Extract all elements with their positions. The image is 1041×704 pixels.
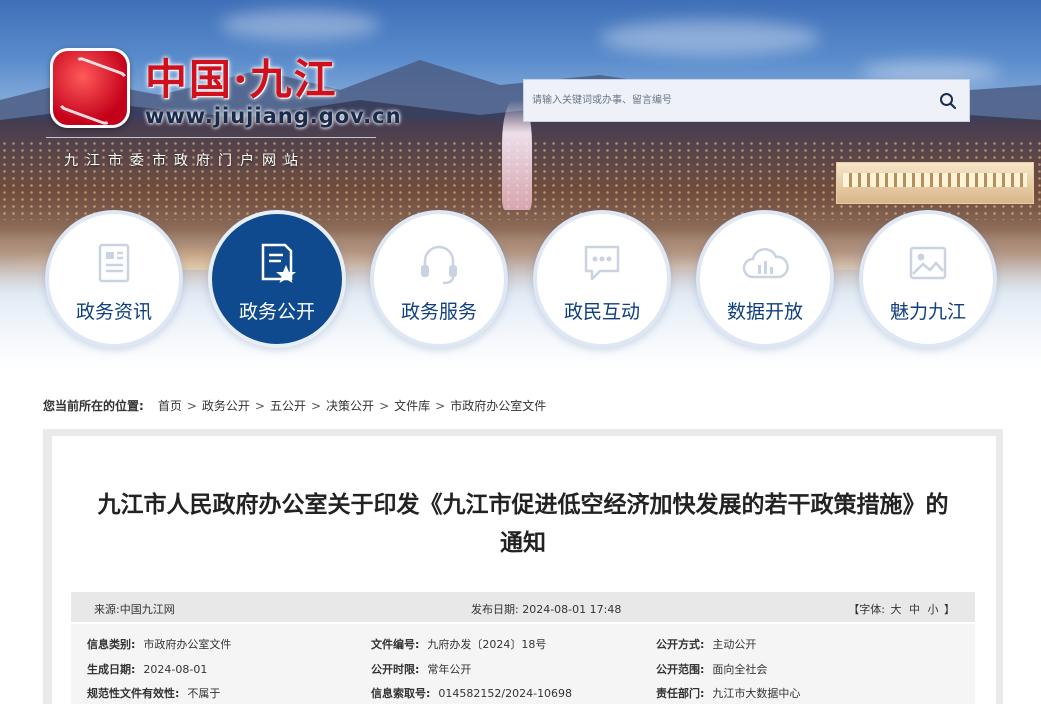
meta-value: 常年公开 bbox=[427, 663, 472, 676]
search-icon bbox=[940, 92, 957, 109]
breadcrumb-item[interactable]: 五公开 bbox=[270, 397, 306, 414]
meta-value: 2024-08-01 bbox=[143, 663, 208, 676]
meta-value: 九府办发〔2024〕18号 bbox=[427, 638, 547, 651]
breadcrumb-item[interactable]: 决策公开 bbox=[326, 397, 374, 414]
article-source: 来源:中国九江网 bbox=[94, 603, 175, 616]
nav-label: 政务服务 bbox=[400, 300, 477, 323]
meta-publish-scope: 公开范围: 面向全社会 bbox=[656, 661, 767, 677]
search-input[interactable] bbox=[524, 80, 927, 121]
font-size-selector: 【字体: 大 中 小 】 bbox=[848, 601, 955, 617]
building bbox=[836, 162, 1034, 204]
site-logo-icon[interactable] bbox=[50, 48, 130, 128]
sky-cloud bbox=[220, 10, 380, 40]
article-title-line: 九江市人民政府办公室关于印发《九江市促进低空经济加快发展的若干政策措施》的 bbox=[97, 492, 949, 518]
article-meta-table: 信息类别: 市政府办公室文件 文件编号: 九府办发〔2024〕18号 公开方式: 主动… bbox=[71, 624, 975, 704]
meta-department: 责任部门: 九江市大数据中心 bbox=[656, 685, 800, 701]
meta-key: 信息类别: bbox=[87, 638, 136, 651]
meta-value: 014582152/2024-10698 bbox=[438, 687, 573, 700]
font-size-large-button[interactable]: 大 bbox=[891, 603, 902, 616]
divider bbox=[46, 137, 376, 138]
cloud-chart-icon bbox=[742, 247, 789, 278]
meta-generate-date: 生成日期: 2024-08-01 bbox=[87, 661, 207, 677]
breadcrumb-prefix: 您当前所在的位置: bbox=[43, 399, 144, 413]
breadcrumb-item[interactable]: 首页 bbox=[158, 397, 182, 414]
picture-icon bbox=[909, 246, 947, 279]
site-title[interactable]: 中国·九江 bbox=[145, 46, 338, 107]
meta-index-number: 信息索取号: 014582152/2024-10698 bbox=[371, 685, 572, 701]
meta-value: 不属于 bbox=[187, 687, 221, 700]
nav-item-interaction[interactable]: 政民互动 bbox=[533, 210, 671, 348]
nav-item-news[interactable]: 政务资讯 bbox=[45, 210, 183, 348]
nav-item-data[interactable]: 数据开放 bbox=[696, 210, 834, 348]
nav-item-public[interactable]: 政务公开 bbox=[208, 210, 346, 348]
article-publish-date: 发布日期: 2024-08-01 17:48 bbox=[471, 603, 622, 616]
nav-label: 政务公开 bbox=[238, 300, 315, 323]
headset-icon bbox=[421, 245, 457, 284]
article-title-line: 通知 bbox=[500, 530, 546, 556]
search-box bbox=[523, 79, 970, 122]
nav-label: 魅力九江 bbox=[889, 300, 966, 323]
font-size-small-button[interactable]: 小 bbox=[928, 603, 939, 616]
meta-value: 面向全社会 bbox=[712, 663, 768, 676]
meta-key: 规范性文件有效性: bbox=[87, 687, 180, 700]
nav-item-service[interactable]: 政务服务 bbox=[370, 210, 508, 348]
meta-publish-period: 公开时限: 常年公开 bbox=[371, 661, 471, 677]
document-star-icon bbox=[261, 243, 296, 283]
meta-publish-method: 公开方式: 主动公开 bbox=[656, 636, 756, 652]
breadcrumb-separator: > bbox=[186, 398, 197, 413]
breadcrumb-item[interactable]: 市政府办公室文件 bbox=[450, 397, 546, 414]
meta-key: 责任部门: bbox=[656, 687, 705, 700]
meta-key: 公开范围: bbox=[656, 663, 705, 676]
meta-value: 主动公开 bbox=[712, 638, 757, 651]
main-nav: 政务资讯 政务公开 政务服务 政民互动 数据开放 魅力九江 bbox=[0, 210, 1041, 350]
meta-value: 九江市大数据中心 bbox=[712, 687, 801, 700]
meta-key: 生成日期: bbox=[87, 663, 136, 676]
meta-key: 公开方式: bbox=[656, 638, 705, 651]
newspaper-icon bbox=[98, 243, 130, 282]
meta-key: 信息索取号: bbox=[371, 687, 431, 700]
breadcrumb-item[interactable]: 文件库 bbox=[394, 397, 430, 414]
meta-validity: 规范性文件有效性: 不属于 bbox=[87, 685, 220, 701]
nav-label: 政民互动 bbox=[563, 300, 640, 323]
meta-file-number: 文件编号: 九府办发〔2024〕18号 bbox=[371, 636, 546, 652]
breadcrumb-separator: > bbox=[310, 398, 322, 413]
font-size-suffix: 】 bbox=[944, 603, 955, 616]
breadcrumb-item[interactable]: 政务公开 bbox=[202, 397, 250, 414]
meta-info-category: 信息类别: 市政府办公室文件 bbox=[87, 636, 231, 652]
meta-key: 文件编号: bbox=[371, 638, 420, 651]
nav-item-charm[interactable]: 魅力九江 bbox=[859, 210, 997, 348]
chat-bubble-icon bbox=[584, 245, 620, 280]
font-size-prefix: 【字体: bbox=[848, 603, 885, 616]
site-subtitle: 九江市委市政府门户网站 bbox=[64, 153, 306, 169]
meta-value: 市政府办公室文件 bbox=[143, 638, 232, 651]
breadcrumb: 您当前所在的位置: 首页 > 政务公开 > 五公开 > 决策公开 > 文件库 >… bbox=[43, 397, 546, 414]
nav-label: 数据开放 bbox=[726, 300, 803, 323]
nav-label: 政务资讯 bbox=[75, 300, 152, 323]
breadcrumb-separator: > bbox=[254, 398, 265, 413]
breadcrumb-separator: > bbox=[435, 398, 446, 413]
article-title: 九江市人民政府办公室关于印发《九江市促进低空经济加快发展的若干政策措施》的 通知 bbox=[70, 486, 976, 562]
breadcrumb-separator: > bbox=[379, 398, 390, 413]
search-button[interactable] bbox=[927, 80, 969, 121]
site-url: www.jiujiang.gov.cn bbox=[145, 104, 402, 128]
article-info-bar: 来源:中国九江网 发布日期: 2024-08-01 17:48 【字体: 大 中… bbox=[71, 592, 975, 622]
meta-key: 公开时限: bbox=[371, 663, 420, 676]
font-size-medium-button[interactable]: 中 bbox=[909, 603, 920, 616]
